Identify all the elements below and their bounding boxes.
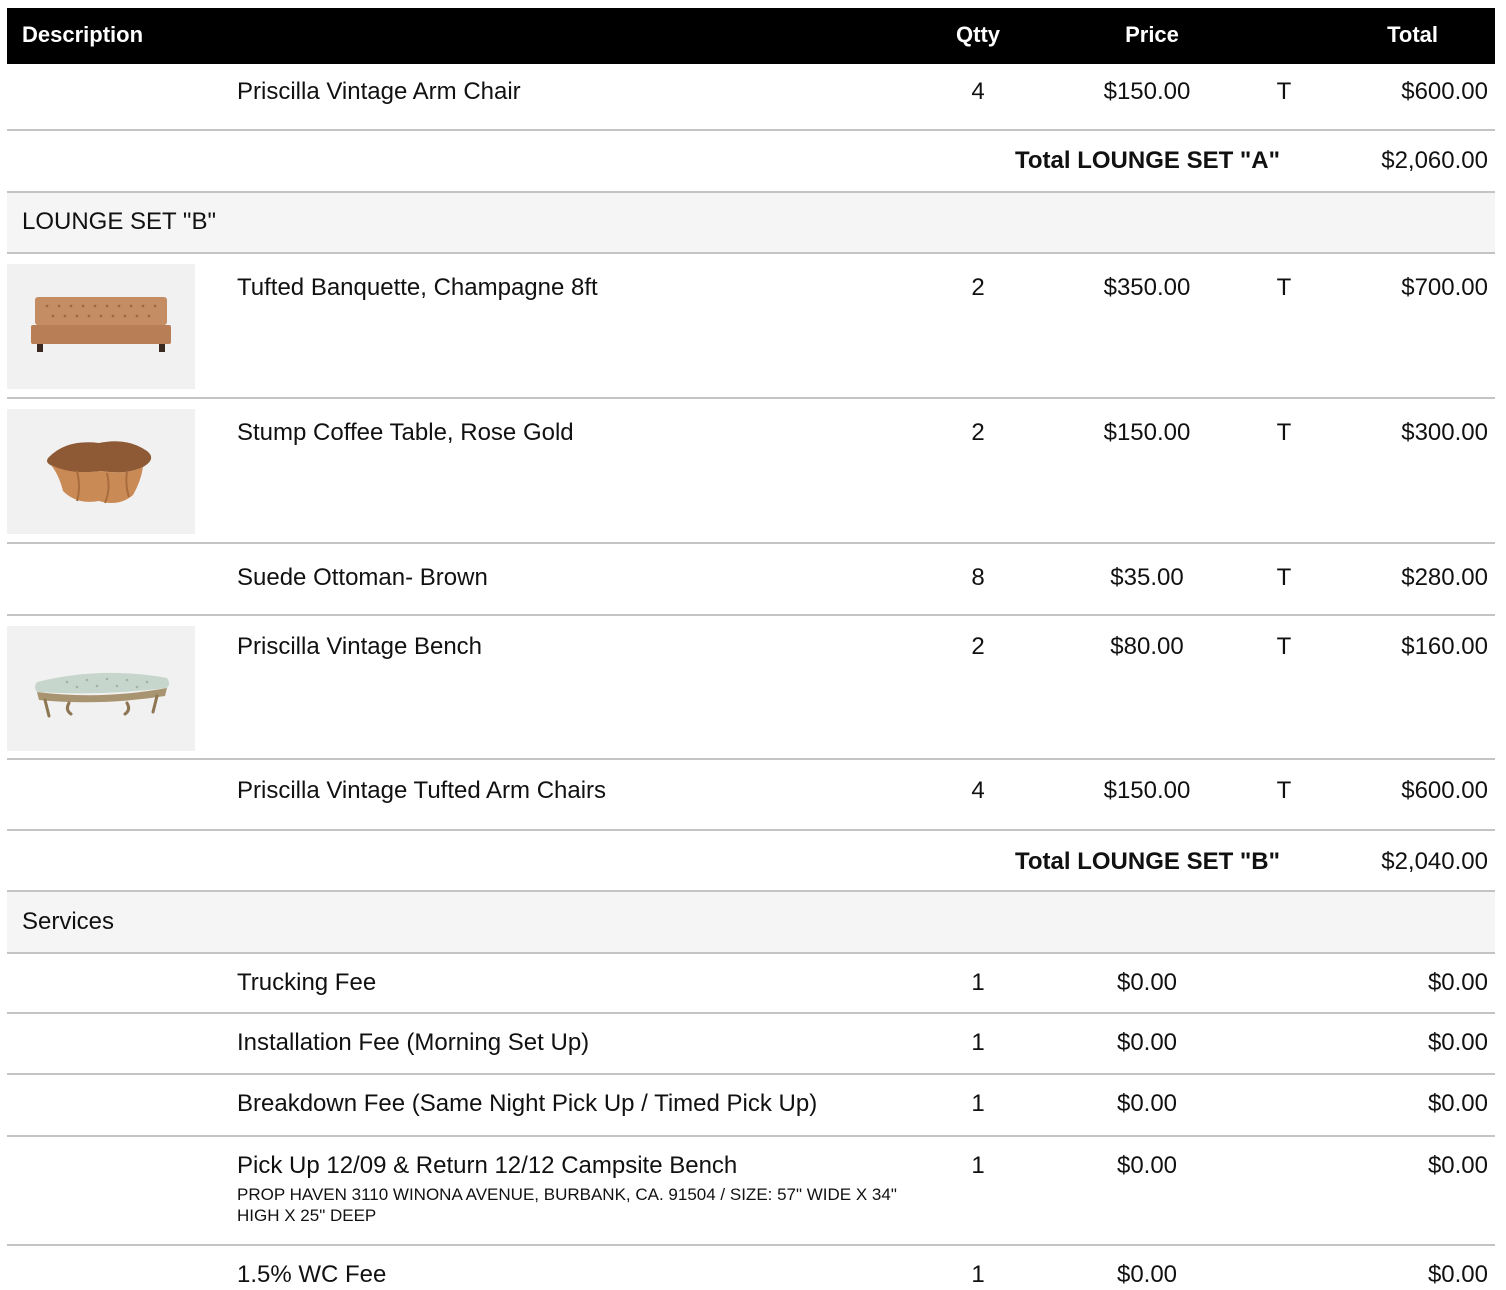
item-qty: 1 xyxy=(971,1152,985,1179)
item-price: $0.00 xyxy=(1116,1152,1178,1179)
item-total: $0.00 xyxy=(1427,1152,1488,1179)
item-description: Priscilla Vintage Arm Chair xyxy=(237,78,521,105)
table-row: Pick Up 12/09 & Return 12/12 Campsite Be… xyxy=(7,1137,1495,1246)
item-price: $0.00 xyxy=(1116,1090,1178,1117)
item-price: $150.00 xyxy=(1103,777,1191,804)
table-row: Installation Fee (Morning Set Up) 1 $0.0… xyxy=(7,1014,1495,1075)
item-price: $350.00 xyxy=(1103,274,1191,301)
item-description: Trucking Fee xyxy=(237,969,377,996)
subtotal-row: Total LOUNGE SET "B" $2,040.00 xyxy=(7,831,1495,892)
item-tax-flag: T xyxy=(1276,564,1292,591)
table-row: Tufted Banquette, Champagne 8ft 2 $350.0… xyxy=(7,254,1495,399)
item-sub-description: PROP HAVEN 3110 WINONA AVENUE, BURBANK, … xyxy=(237,1185,897,1225)
header-description: Description xyxy=(22,22,144,47)
item-total: $160.00 xyxy=(1401,633,1488,660)
vintage-bench-photo xyxy=(7,626,195,751)
item-price: $0.00 xyxy=(1116,969,1178,996)
table-row: Priscilla Vintage Arm Chair 4 $150.00 T … xyxy=(7,64,1495,131)
section-header-lounge-b: LOUNGE SET "B" xyxy=(7,193,1495,254)
subtotal-value: $2,040.00 xyxy=(1381,848,1488,875)
item-qty: 2 xyxy=(971,633,985,660)
item-price: $150.00 xyxy=(1103,419,1191,446)
item-description-block: Pick Up 12/09 & Return 12/12 Campsite Be… xyxy=(237,1152,897,1226)
item-description: Breakdown Fee (Same Night Pick Up / Time… xyxy=(237,1090,818,1117)
item-qty: 1 xyxy=(971,1090,985,1117)
table-row: Stump Coffee Table, Rose Gold 2 $150.00 … xyxy=(7,399,1495,544)
item-price: $150.00 xyxy=(1103,78,1191,105)
subtotal-label: Total LOUNGE SET "A" xyxy=(1015,147,1280,174)
table-row: Suede Ottoman- Brown 8 $35.00 T $280.00 xyxy=(7,544,1495,616)
subtotal-value: $2,060.00 xyxy=(1381,147,1488,174)
table-header: Description Qtty Price Total xyxy=(7,8,1495,64)
table-row: Breakdown Fee (Same Night Pick Up / Time… xyxy=(7,1075,1495,1137)
item-qty: 4 xyxy=(971,777,985,804)
table-row: Priscilla Vintage Bench 2 $80.00 T $160.… xyxy=(7,616,1495,760)
item-price: $0.00 xyxy=(1116,1261,1178,1288)
item-tax-flag: T xyxy=(1276,633,1292,660)
section-title: Services xyxy=(22,908,115,935)
item-tax-flag: T xyxy=(1276,78,1292,105)
item-tax-flag: T xyxy=(1276,419,1292,446)
item-total: $280.00 xyxy=(1401,564,1488,591)
header-total: Total xyxy=(1387,22,1438,47)
item-price: $0.00 xyxy=(1116,1029,1178,1056)
item-tax-flag: T xyxy=(1276,274,1292,301)
item-total: $0.00 xyxy=(1427,1261,1488,1288)
stump-coffee-table-photo xyxy=(7,409,195,534)
table-row: Priscilla Vintage Tufted Arm Chairs 4 $1… xyxy=(7,760,1495,831)
subtotal-label: Total LOUNGE SET "B" xyxy=(1015,848,1280,875)
tufted-banquette-photo xyxy=(7,264,195,389)
item-description: Installation Fee (Morning Set Up) xyxy=(237,1029,590,1056)
item-description: Priscilla Vintage Tufted Arm Chairs xyxy=(237,777,607,804)
item-qty: 4 xyxy=(971,78,985,105)
item-price: $35.00 xyxy=(1110,564,1184,591)
item-description: Priscilla Vintage Bench xyxy=(237,633,483,660)
item-qty: 2 xyxy=(971,419,985,446)
header-qty: Qtty xyxy=(956,22,1000,47)
item-description: Suede Ottoman- Brown xyxy=(237,564,488,591)
item-total: $0.00 xyxy=(1427,1029,1488,1056)
item-qty: 1 xyxy=(971,1029,985,1056)
item-qty: 2 xyxy=(971,274,985,301)
item-qty: 1 xyxy=(971,1261,985,1288)
item-description: Stump Coffee Table, Rose Gold xyxy=(237,419,574,446)
quote-table: Description Qtty Price Total Priscilla V… xyxy=(7,8,1495,1290)
section-title: LOUNGE SET "B" xyxy=(22,208,216,235)
item-total: $0.00 xyxy=(1427,1090,1488,1117)
section-header-services: Services xyxy=(7,892,1495,954)
table-row: Trucking Fee 1 $0.00 $0.00 xyxy=(7,954,1495,1014)
item-total: $300.00 xyxy=(1401,419,1488,446)
header-price: Price xyxy=(1125,22,1179,47)
item-price: $80.00 xyxy=(1110,633,1184,660)
item-description: Pick Up 12/09 & Return 12/12 Campsite Be… xyxy=(237,1152,738,1179)
item-total: $600.00 xyxy=(1401,777,1488,804)
item-qty: 8 xyxy=(971,564,985,591)
item-total: $0.00 xyxy=(1427,969,1488,996)
item-description: Tufted Banquette, Champagne 8ft xyxy=(237,274,598,301)
item-tax-flag: T xyxy=(1276,777,1292,804)
item-qty: 1 xyxy=(971,969,985,996)
item-total: $600.00 xyxy=(1401,78,1488,105)
item-total: $700.00 xyxy=(1401,274,1488,301)
item-description: 1.5% WC Fee xyxy=(237,1261,387,1288)
table-row: 1.5% WC Fee 1 $0.00 $0.00 xyxy=(7,1246,1495,1290)
subtotal-row: Total LOUNGE SET "A" $2,060.00 xyxy=(7,131,1495,193)
